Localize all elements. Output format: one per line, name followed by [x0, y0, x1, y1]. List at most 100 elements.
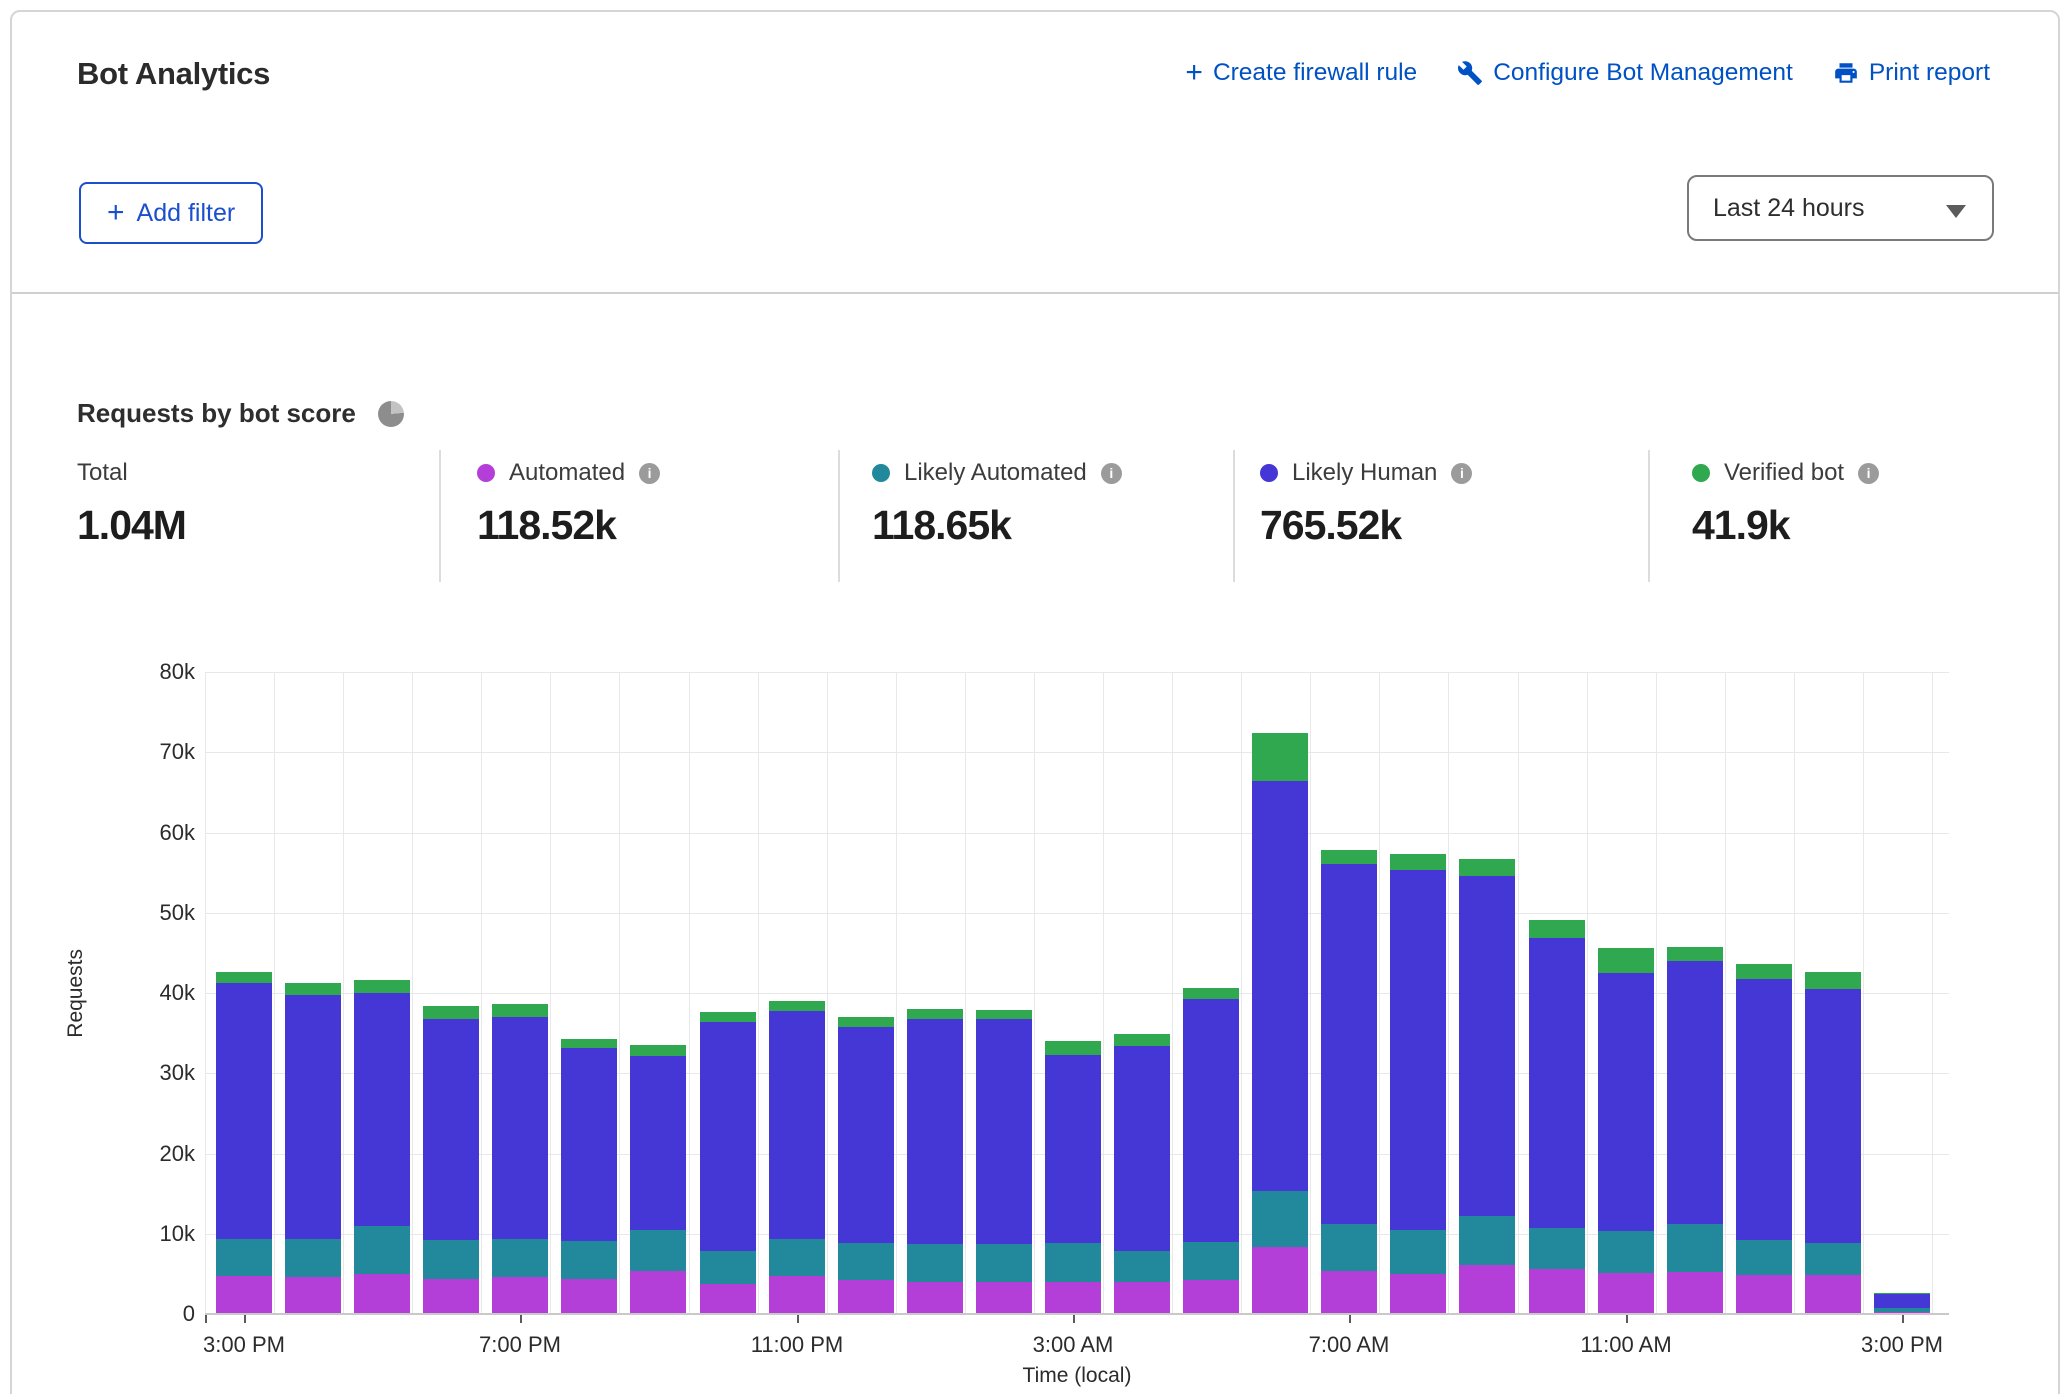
bar-segment-likely-automated[interactable] [1805, 1243, 1861, 1276]
bar-segment-verified-bot[interactable] [423, 1006, 479, 1019]
bar-segment-verified-bot[interactable] [1390, 854, 1446, 871]
bar-segment-likely-automated[interactable] [1183, 1241, 1239, 1280]
bar-segment-likely-human[interactable] [1459, 875, 1515, 1216]
bar-segment-likely-human[interactable] [354, 993, 410, 1226]
bar-segment-likely-human[interactable] [1736, 979, 1792, 1240]
info-icon[interactable]: i [1101, 463, 1122, 484]
bar-segment-likely-automated[interactable] [285, 1238, 341, 1277]
info-icon[interactable]: i [1858, 463, 1879, 484]
bar-segment-automated[interactable] [492, 1277, 548, 1314]
bar-segment-automated[interactable] [769, 1276, 825, 1314]
bar-segment-likely-human[interactable] [561, 1048, 617, 1241]
bar-segment-verified-bot[interactable] [1183, 988, 1239, 1000]
bar-segment-verified-bot[interactable] [354, 980, 410, 993]
bar-segment-automated[interactable] [423, 1278, 479, 1314]
bar-segment-automated[interactable] [1805, 1275, 1861, 1314]
bar-segment-automated[interactable] [1390, 1273, 1446, 1314]
bar-segment-likely-human[interactable] [1045, 1054, 1101, 1242]
bar-segment-verified-bot[interactable] [1598, 948, 1654, 973]
bar-segment-likely-automated[interactable] [1114, 1251, 1170, 1282]
bar-segment-likely-human[interactable] [1874, 1293, 1930, 1308]
time-range-select[interactable]: Last 24 hours [1687, 175, 1994, 241]
bar-segment-verified-bot[interactable] [1667, 947, 1723, 961]
bar-segment-automated[interactable] [561, 1278, 617, 1314]
bar-segment-likely-automated[interactable] [769, 1238, 825, 1276]
create-firewall-rule-link[interactable]: + Create firewall rule [1185, 59, 1417, 87]
bar-segment-likely-human[interactable] [976, 1019, 1032, 1244]
bar-segment-likely-automated[interactable] [907, 1244, 963, 1282]
bar-segment-likely-automated[interactable] [1667, 1224, 1723, 1273]
bar-segment-likely-human[interactable] [700, 1021, 756, 1250]
bar-segment-likely-automated[interactable] [1736, 1240, 1792, 1275]
bar-segment-verified-bot[interactable] [838, 1017, 894, 1027]
bar-segment-likely-human[interactable] [630, 1055, 686, 1230]
bar-segment-likely-automated[interactable] [1598, 1230, 1654, 1273]
bar-segment-likely-human[interactable] [1805, 989, 1861, 1244]
bar-segment-likely-human[interactable] [1598, 972, 1654, 1230]
bar-segment-automated[interactable] [1252, 1247, 1308, 1314]
bar-segment-likely-human[interactable] [1183, 999, 1239, 1242]
bar-segment-likely-human[interactable] [838, 1026, 894, 1243]
bar-segment-verified-bot[interactable] [1529, 920, 1585, 938]
bar-segment-verified-bot[interactable] [1321, 850, 1377, 864]
bar-segment-automated[interactable] [1183, 1280, 1239, 1314]
bar-segment-verified-bot[interactable] [285, 983, 341, 996]
bar-segment-automated[interactable] [354, 1273, 410, 1314]
bar-segment-verified-bot[interactable] [216, 972, 272, 984]
bar-segment-automated[interactable] [1667, 1272, 1723, 1314]
bar-segment-verified-bot[interactable] [561, 1039, 617, 1048]
bar-segment-likely-automated[interactable] [492, 1239, 548, 1277]
bar-segment-verified-bot[interactable] [1114, 1034, 1170, 1046]
bar-segment-verified-bot[interactable] [976, 1010, 1032, 1019]
bar-segment-likely-automated[interactable] [561, 1241, 617, 1279]
bar-segment-likely-automated[interactable] [838, 1243, 894, 1280]
bar-segment-automated[interactable] [700, 1283, 756, 1314]
bar-segment-automated[interactable] [630, 1271, 686, 1314]
bar-segment-likely-automated[interactable] [216, 1239, 272, 1276]
bar-segment-automated[interactable] [1459, 1265, 1515, 1314]
bar-segment-verified-bot[interactable] [492, 1004, 548, 1017]
bar-segment-likely-human[interactable] [1667, 960, 1723, 1224]
bar-segment-verified-bot[interactable] [1874, 1293, 1930, 1294]
bar-segment-likely-human[interactable] [1529, 938, 1585, 1228]
bar-segment-likely-human[interactable] [907, 1019, 963, 1244]
bar-segment-verified-bot[interactable] [907, 1009, 963, 1019]
add-filter-button[interactable]: + Add filter [79, 182, 263, 244]
bar-segment-likely-automated[interactable] [1874, 1308, 1930, 1312]
bar-segment-likely-automated[interactable] [976, 1244, 1032, 1282]
bar-segment-likely-human[interactable] [1252, 781, 1308, 1192]
bar-segment-automated[interactable] [907, 1281, 963, 1314]
bar-segment-likely-automated[interactable] [630, 1229, 686, 1271]
bar-segment-likely-human[interactable] [423, 1019, 479, 1240]
bar-segment-automated[interactable] [1529, 1269, 1585, 1314]
bar-segment-automated[interactable] [1598, 1273, 1654, 1314]
bar-segment-automated[interactable] [1045, 1281, 1101, 1314]
bar-segment-likely-human[interactable] [769, 1010, 825, 1238]
bar-segment-automated[interactable] [1321, 1270, 1377, 1314]
info-icon[interactable]: i [1451, 463, 1472, 484]
bar-segment-likely-automated[interactable] [1252, 1191, 1308, 1248]
bar-segment-likely-automated[interactable] [1045, 1242, 1101, 1282]
bar-segment-automated[interactable] [216, 1276, 272, 1314]
bar-segment-likely-human[interactable] [216, 983, 272, 1239]
bar-segment-verified-bot[interactable] [1805, 972, 1861, 989]
bar-segment-verified-bot[interactable] [1045, 1041, 1101, 1055]
bar-segment-automated[interactable] [1114, 1281, 1170, 1314]
bar-segment-automated[interactable] [976, 1281, 1032, 1314]
bar-segment-automated[interactable] [285, 1277, 341, 1314]
bar-segment-likely-automated[interactable] [1529, 1228, 1585, 1269]
bar-segment-verified-bot[interactable] [1252, 733, 1308, 781]
bar-segment-verified-bot[interactable] [630, 1045, 686, 1055]
bar-segment-automated[interactable] [838, 1280, 894, 1314]
info-icon[interactable]: i [639, 463, 660, 484]
bar-segment-likely-human[interactable] [1114, 1045, 1170, 1251]
configure-bot-management-link[interactable]: Configure Bot Management [1457, 59, 1793, 87]
bar-segment-verified-bot[interactable] [769, 1001, 825, 1010]
bar-segment-automated[interactable] [1736, 1274, 1792, 1314]
bar-segment-likely-human[interactable] [1321, 863, 1377, 1224]
bar-segment-likely-automated[interactable] [1390, 1229, 1446, 1274]
bar-segment-verified-bot[interactable] [1459, 859, 1515, 876]
bar-segment-verified-bot[interactable] [700, 1012, 756, 1022]
bar-segment-likely-human[interactable] [492, 1017, 548, 1240]
bar-segment-likely-automated[interactable] [1459, 1216, 1515, 1265]
